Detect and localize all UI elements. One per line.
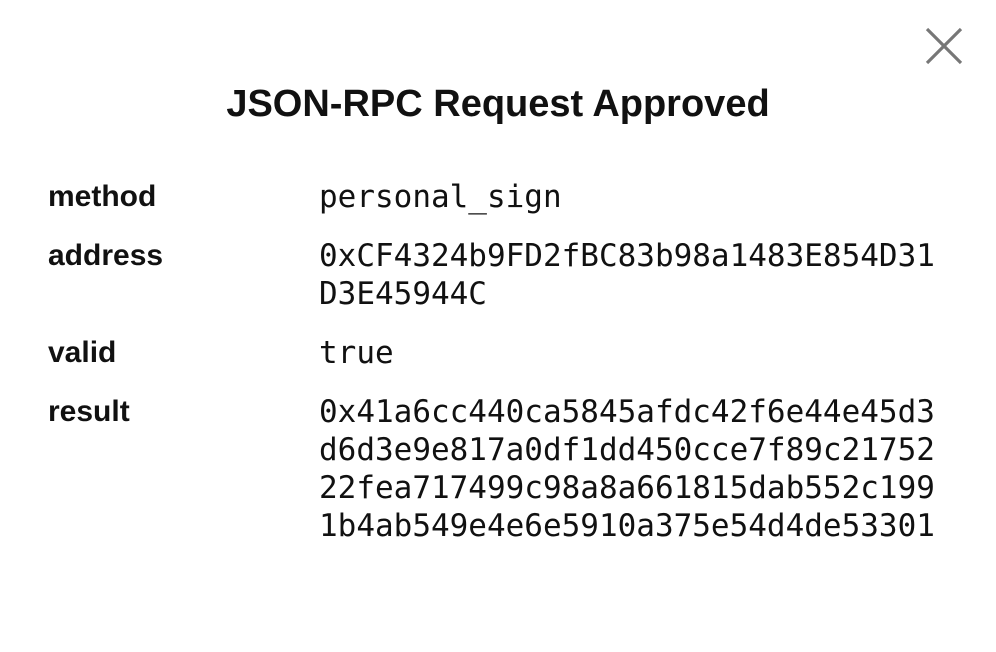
detail-value: personal_sign — [319, 179, 562, 215]
detail-value: 0x41a6cc440ca5845afdc42f6e44e45d3d6d3e9e… — [319, 394, 935, 544]
detail-row-valid: valid true — [48, 334, 948, 372]
detail-key: result — [48, 395, 130, 428]
detail-key: method — [48, 180, 157, 213]
detail-key: address — [48, 239, 164, 272]
detail-row-result: result 0x41a6cc440ca5845afdc42f6e44e45d3… — [48, 393, 948, 545]
approval-dialog: JSON-RPC Request Approved method persona… — [0, 0, 996, 652]
detail-key: valid — [48, 336, 117, 369]
close-button[interactable] — [922, 24, 966, 68]
dialog-title: JSON-RPC Request Approved — [226, 83, 770, 125]
result-details: method personal_sign address 0xCF4324b9F… — [48, 178, 948, 566]
detail-value: true — [319, 335, 394, 371]
detail-row-address: address 0xCF4324b9FD2fBC83b98a1483E854D3… — [48, 237, 948, 313]
close-icon — [925, 27, 963, 65]
detail-row-method: method personal_sign — [48, 178, 948, 216]
detail-value: 0xCF4324b9FD2fBC83b98a1483E854D31D3E4594… — [319, 238, 935, 312]
